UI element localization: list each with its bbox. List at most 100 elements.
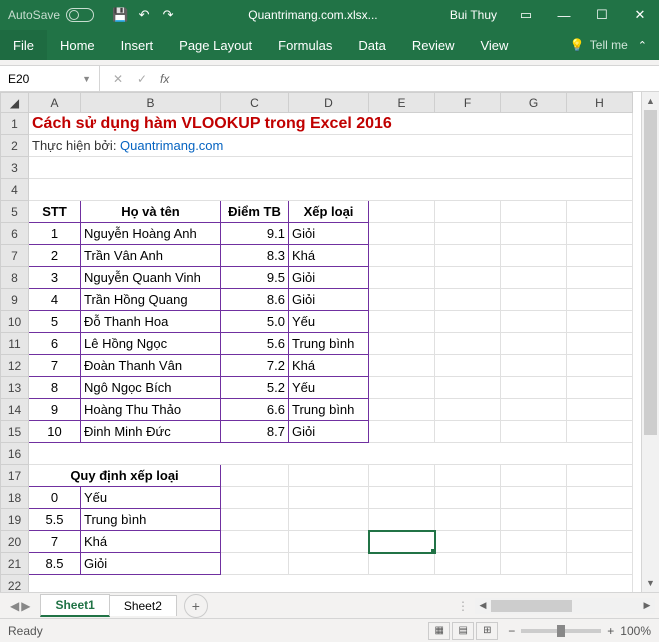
cell-ten[interactable]: Trần Vân Anh: [81, 245, 221, 267]
col-header[interactable]: C: [221, 93, 289, 113]
cell[interactable]: [501, 311, 567, 333]
sheet-tab-2[interactable]: Sheet2: [109, 595, 177, 616]
cell[interactable]: [369, 311, 435, 333]
cell[interactable]: [369, 289, 435, 311]
cell-diem[interactable]: 5.0: [221, 311, 289, 333]
cell[interactable]: [369, 377, 435, 399]
cell[interactable]: [567, 421, 633, 443]
cell[interactable]: [289, 531, 369, 553]
col-header[interactable]: A: [29, 93, 81, 113]
scroll-down-icon[interactable]: ▼: [642, 574, 659, 592]
cell[interactable]: [435, 355, 501, 377]
row-header[interactable]: 14: [1, 399, 29, 421]
tab-data[interactable]: Data: [345, 30, 398, 60]
cell[interactable]: [369, 399, 435, 421]
cell[interactable]: [501, 201, 567, 223]
cell-diem[interactable]: 6.6: [221, 399, 289, 421]
cell-stt[interactable]: 7: [29, 355, 81, 377]
cell-header-hoten[interactable]: Họ và tên: [81, 201, 221, 223]
autosave-toggle[interactable]: [66, 8, 94, 22]
cell[interactable]: [369, 201, 435, 223]
row-header[interactable]: 10: [1, 311, 29, 333]
tab-nav-next-icon[interactable]: ▶: [21, 599, 30, 613]
row-header[interactable]: 16: [1, 443, 29, 465]
tab-file[interactable]: File: [0, 30, 47, 60]
col-header[interactable]: H: [567, 93, 633, 113]
tell-me[interactable]: 💡 Tell me: [570, 38, 628, 52]
cell[interactable]: [289, 465, 369, 487]
cell[interactable]: [501, 333, 567, 355]
cell[interactable]: [435, 201, 501, 223]
cell[interactable]: [29, 575, 633, 593]
hscroll-track[interactable]: [491, 598, 639, 614]
tab-split-icon[interactable]: ⋮: [451, 599, 475, 613]
chevron-down-icon[interactable]: ▼: [82, 74, 91, 84]
row-header[interactable]: 11: [1, 333, 29, 355]
tab-insert[interactable]: Insert: [108, 30, 167, 60]
cell-min[interactable]: 7: [29, 531, 81, 553]
cell[interactable]: [435, 553, 501, 575]
cell-xl[interactable]: Khá: [81, 531, 221, 553]
cell-ten[interactable]: Lê Hồng Ngọc: [81, 333, 221, 355]
subtitle-link[interactable]: Quantrimang.com: [120, 138, 223, 153]
row-header[interactable]: 5: [1, 201, 29, 223]
cell-diem[interactable]: 8.7: [221, 421, 289, 443]
col-header[interactable]: F: [435, 93, 501, 113]
cell[interactable]: [501, 223, 567, 245]
row-header[interactable]: 22: [1, 575, 29, 593]
cell-xl[interactable]: Giỏi: [81, 553, 221, 575]
cell[interactable]: [435, 311, 501, 333]
cell[interactable]: [435, 333, 501, 355]
cell[interactable]: [567, 289, 633, 311]
cell-diem[interactable]: 8.6: [221, 289, 289, 311]
enter-formula-icon[interactable]: ✓: [132, 72, 152, 86]
scroll-left-icon[interactable]: ◀: [475, 598, 491, 614]
row-header[interactable]: 19: [1, 509, 29, 531]
col-header[interactable]: B: [81, 93, 221, 113]
collapse-ribbon-icon[interactable]: ⌃: [638, 39, 647, 52]
cell[interactable]: [435, 289, 501, 311]
cell[interactable]: [369, 223, 435, 245]
col-header[interactable]: D: [289, 93, 369, 113]
cell[interactable]: [29, 157, 633, 179]
cell-xeploai[interactable]: Giỏi: [289, 421, 369, 443]
cell[interactable]: [435, 245, 501, 267]
cell[interactable]: [369, 245, 435, 267]
sheet-tab-1[interactable]: Sheet1: [40, 594, 109, 617]
cell[interactable]: [501, 289, 567, 311]
cell[interactable]: [369, 355, 435, 377]
cell-xeploai[interactable]: Giỏi: [289, 289, 369, 311]
cell-stt[interactable]: 1: [29, 223, 81, 245]
cell[interactable]: [369, 267, 435, 289]
grid-body[interactable]: ◢ A B C D E F G H 1 Cách sử dụng hàm VLO…: [0, 92, 641, 592]
cell[interactable]: [501, 377, 567, 399]
cell-min[interactable]: 8.5: [29, 553, 81, 575]
cell[interactable]: [369, 333, 435, 355]
cell[interactable]: [221, 553, 289, 575]
scroll-track[interactable]: [642, 110, 659, 574]
add-sheet-button[interactable]: +: [184, 594, 208, 618]
row-header[interactable]: 12: [1, 355, 29, 377]
cell[interactable]: [501, 465, 567, 487]
cell[interactable]: [567, 245, 633, 267]
row-header[interactable]: 2: [1, 135, 29, 157]
cell-xeploai[interactable]: Yếu: [289, 377, 369, 399]
cell-stt[interactable]: 9: [29, 399, 81, 421]
cell[interactable]: [501, 487, 567, 509]
col-header[interactable]: G: [501, 93, 567, 113]
col-header[interactable]: E: [369, 93, 435, 113]
row-header[interactable]: 15: [1, 421, 29, 443]
tab-page-layout[interactable]: Page Layout: [166, 30, 265, 60]
cell-stt[interactable]: 5: [29, 311, 81, 333]
view-layout-icon[interactable]: ▤: [452, 622, 474, 640]
cell-ten[interactable]: Trần Hồng Quang: [81, 289, 221, 311]
vertical-scrollbar[interactable]: ▲ ▼: [641, 92, 659, 592]
cell[interactable]: [501, 553, 567, 575]
cell[interactable]: [501, 509, 567, 531]
cell[interactable]: [289, 487, 369, 509]
zoom-out-icon[interactable]: −: [508, 624, 515, 638]
cell[interactable]: [567, 531, 633, 553]
cell[interactable]: [435, 509, 501, 531]
cell-xl[interactable]: Trung bình: [81, 509, 221, 531]
cell[interactable]: [369, 487, 435, 509]
